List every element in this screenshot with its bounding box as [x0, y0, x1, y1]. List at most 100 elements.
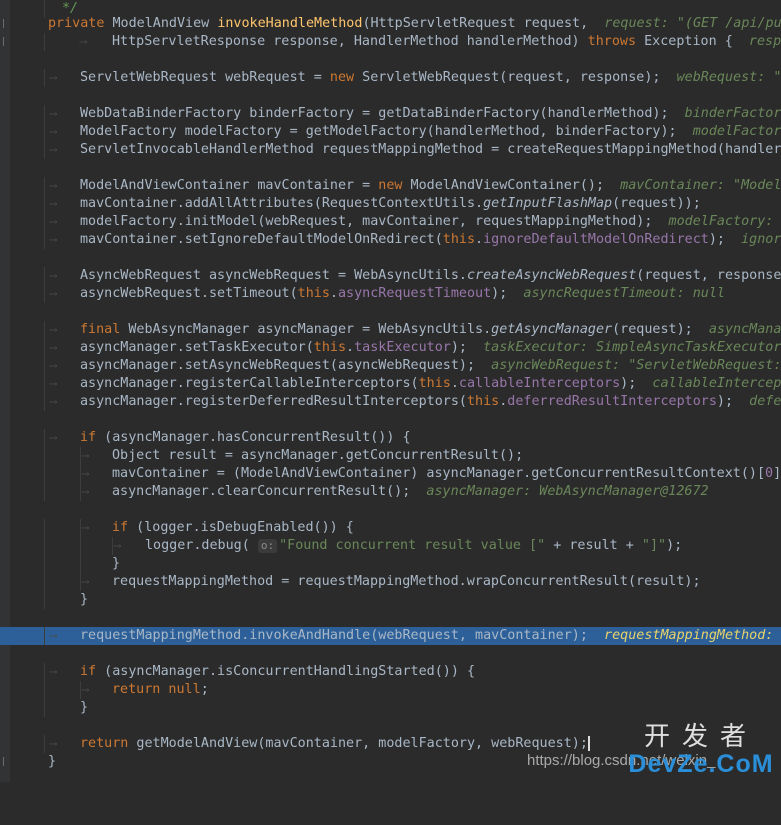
code-line[interactable]: ⟶ ServletInvocableHandlerMethod requestM… [0, 141, 781, 159]
closing-brace: } [112, 556, 121, 571]
indent-guide [44, 555, 45, 573]
indent-guide [44, 141, 45, 159]
indent-guide [44, 519, 45, 537]
code-line[interactable]: ⟶ HttpServletResponse response, HandlerM… [0, 33, 781, 51]
code-line[interactable]: ⟶ asyncManager.registerDeferredResultInt… [0, 393, 781, 411]
indent-guide [44, 465, 45, 483]
indent-guide [44, 285, 45, 303]
indent-guide [80, 483, 81, 501]
tab-arrow-icon: ⟶ [114, 539, 121, 552]
code-line[interactable]: ⟶ return null; [0, 681, 781, 699]
fold-marker-icon[interactable] [3, 757, 9, 766]
tab-arrow-icon: ⟶ [50, 71, 57, 84]
indent-guide [44, 663, 45, 681]
code-line[interactable]: ⟶ ModelAndViewContainer mavContainer = n… [0, 177, 781, 195]
code-line[interactable]: ⟶ final WebAsyncManager asyncManager = W… [0, 321, 781, 339]
indent-guide [44, 627, 45, 645]
code-line[interactable]: ⟶ ModelFactory modelFactory = getModelFa… [0, 123, 781, 141]
code-line[interactable]: ⟶ ServletWebRequest webRequest = new Ser… [0, 69, 781, 87]
tab-arrow-icon: ⟶ [50, 359, 57, 372]
indent-guide [44, 483, 45, 501]
statement-logger-debug: logger.debug( o: "Found concurrent result… [145, 538, 683, 553]
code-line[interactable]: } [0, 591, 781, 609]
tab-arrow-icon: ⟶ [82, 683, 89, 696]
indent-guide [80, 681, 81, 699]
tab-arrow-icon: ⟶ [50, 737, 57, 750]
tab-arrow-icon: ⟶ [50, 665, 57, 678]
tab-arrow-icon: ⟶ [50, 143, 57, 156]
code-line[interactable]: ⟶ requestMappingMethod = requestMappingM… [0, 573, 781, 591]
tab-arrow-icon: ⟶ [50, 125, 57, 138]
statement-registercallable: asyncManager.registerCallableInterceptor… [80, 376, 781, 391]
statement-asyncmanager: final WebAsyncManager asyncManager = Web… [80, 322, 781, 337]
tab-arrow-icon: ⟶ [50, 179, 57, 192]
code-line[interactable]: ⟶ asyncManager.setTaskExecutor(this.task… [0, 339, 781, 357]
indent-guide [80, 447, 81, 465]
current-execution-line[interactable]: ⟶ requestMappingMethod.invokeAndHandle(w… [0, 627, 781, 645]
indent-guide [44, 213, 45, 231]
return-modelandview: return getModelAndView(mavContainer, mod… [80, 735, 590, 751]
code-line[interactable]: ⟶ asyncManager.setAsyncWebRequest(asyncW… [0, 357, 781, 375]
tab-arrow-icon: ⟶ [50, 233, 57, 246]
code-line[interactable]: ⟶ WebDataBinderFactory binderFactory = g… [0, 105, 781, 123]
code-line[interactable]: ⟶ asyncWebRequest.setTimeout(this.asyncR… [0, 285, 781, 303]
tab-arrow-icon: ⟶ [82, 467, 89, 480]
statement-asyncwebrequest: AsyncWebRequest asyncWebRequest = WebAsy… [80, 268, 781, 283]
code-line[interactable]: ⟶ AsyncWebRequest asyncWebRequest = WebA… [0, 267, 781, 285]
if-handling-started: if (asyncManager.isConcurrentHandlingSta… [80, 664, 476, 679]
if-has-concurrent-result: if (asyncManager.hasConcurrentResult()) … [80, 430, 411, 445]
indent-guide [44, 681, 45, 699]
tab-arrow-icon: ⟶ [50, 269, 57, 282]
code-line[interactable]: ⟶ if (asyncManager.hasConcurrentResult()… [0, 429, 781, 447]
code-line[interactable]: } [0, 555, 781, 573]
indent-guide [44, 267, 45, 285]
code-line[interactable]: ⟶ asyncManager.registerCallableIntercept… [0, 375, 781, 393]
indent-guide [44, 177, 45, 195]
code-line[interactable]: ⟶ Object result = asyncManager.getConcur… [0, 447, 781, 465]
code-line[interactable]: private ModelAndView invokeHandleMethod(… [0, 15, 781, 33]
indent-guide [44, 123, 45, 141]
statement-initmodel: modelFactory.initModel(webRequest, mavCo… [80, 214, 781, 229]
closing-brace: } [80, 700, 89, 715]
code-line[interactable]: ⟶ if (logger.isDebugEnabled()) { [0, 519, 781, 537]
fold-marker-icon[interactable] [3, 37, 9, 46]
code-line[interactable]: ⟶ mavContainer.addAllAttributes(RequestC… [0, 195, 781, 213]
text-caret [587, 735, 590, 751]
statement-setasyncwebrequest: asyncManager.setAsyncWebRequest(asyncWeb… [80, 358, 781, 373]
code-line[interactable]: } [0, 699, 781, 717]
site-logo: 开发者 DevZe.CoM [623, 716, 779, 782]
indent-guide [44, 69, 45, 87]
method-signature: private ModelAndView invokeHandleMethod(… [48, 16, 781, 31]
code-line[interactable]: ⟶ modelFactory.initModel(webRequest, mav… [0, 213, 781, 231]
indent-guide [112, 537, 113, 555]
if-debug-enabled: if (logger.isDebugEnabled()) { [112, 520, 354, 535]
indent-guide [44, 195, 45, 213]
statement-binderfactory: WebDataBinderFactory binderFactory = get… [80, 106, 781, 121]
code-line[interactable]: ⟶ if (asyncManager.isConcurrentHandlingS… [0, 663, 781, 681]
indent-guide [44, 321, 45, 339]
indent-guide [44, 375, 45, 393]
closing-brace: } [80, 592, 89, 607]
statement-invokeandhandle: requestMappingMethod.invokeAndHandle(web… [80, 628, 781, 643]
code-editor[interactable]: */ private ModelAndView invokeHandleMeth… [0, 0, 781, 782]
fold-marker-icon[interactable] [3, 19, 9, 28]
indent-guide [80, 465, 81, 483]
indent-guide [44, 357, 45, 375]
statement-result: Object result = asyncManager.getConcurre… [112, 448, 524, 463]
tab-arrow-icon: ⟶ [50, 341, 57, 354]
code-line[interactable]: ⟶ mavContainer.setIgnoreDefaultModelOnRe… [0, 231, 781, 249]
statement-webrequest: ServletWebRequest webRequest = new Servl… [80, 70, 781, 85]
tab-arrow-icon: ⟶ [50, 107, 57, 120]
code-line[interactable]: ⟶ logger.debug( o: "Found concurrent resu… [0, 537, 781, 555]
indent-guide [80, 573, 81, 591]
statement-addallattributes: mavContainer.addAllAttributes(RequestCon… [80, 196, 701, 211]
code-line[interactable]: ⟶ mavContainer = (ModelAndViewContainer)… [0, 465, 781, 483]
logo-english-text: DevZe.CoM [628, 750, 774, 778]
parameter-hint: o: [257, 539, 278, 553]
tab-arrow-icon: ⟶ [80, 35, 87, 48]
code-line[interactable]: ⟶ asyncManager.clearConcurrentResult(); … [0, 483, 781, 501]
tab-arrow-icon: ⟶ [50, 215, 57, 228]
tab-arrow-icon: ⟶ [82, 521, 89, 534]
statement-settimeout: asyncWebRequest.setTimeout(this.asyncReq… [80, 286, 725, 301]
statement-requestmappingmethod: ServletInvocableHandlerMethod requestMap… [80, 142, 781, 157]
